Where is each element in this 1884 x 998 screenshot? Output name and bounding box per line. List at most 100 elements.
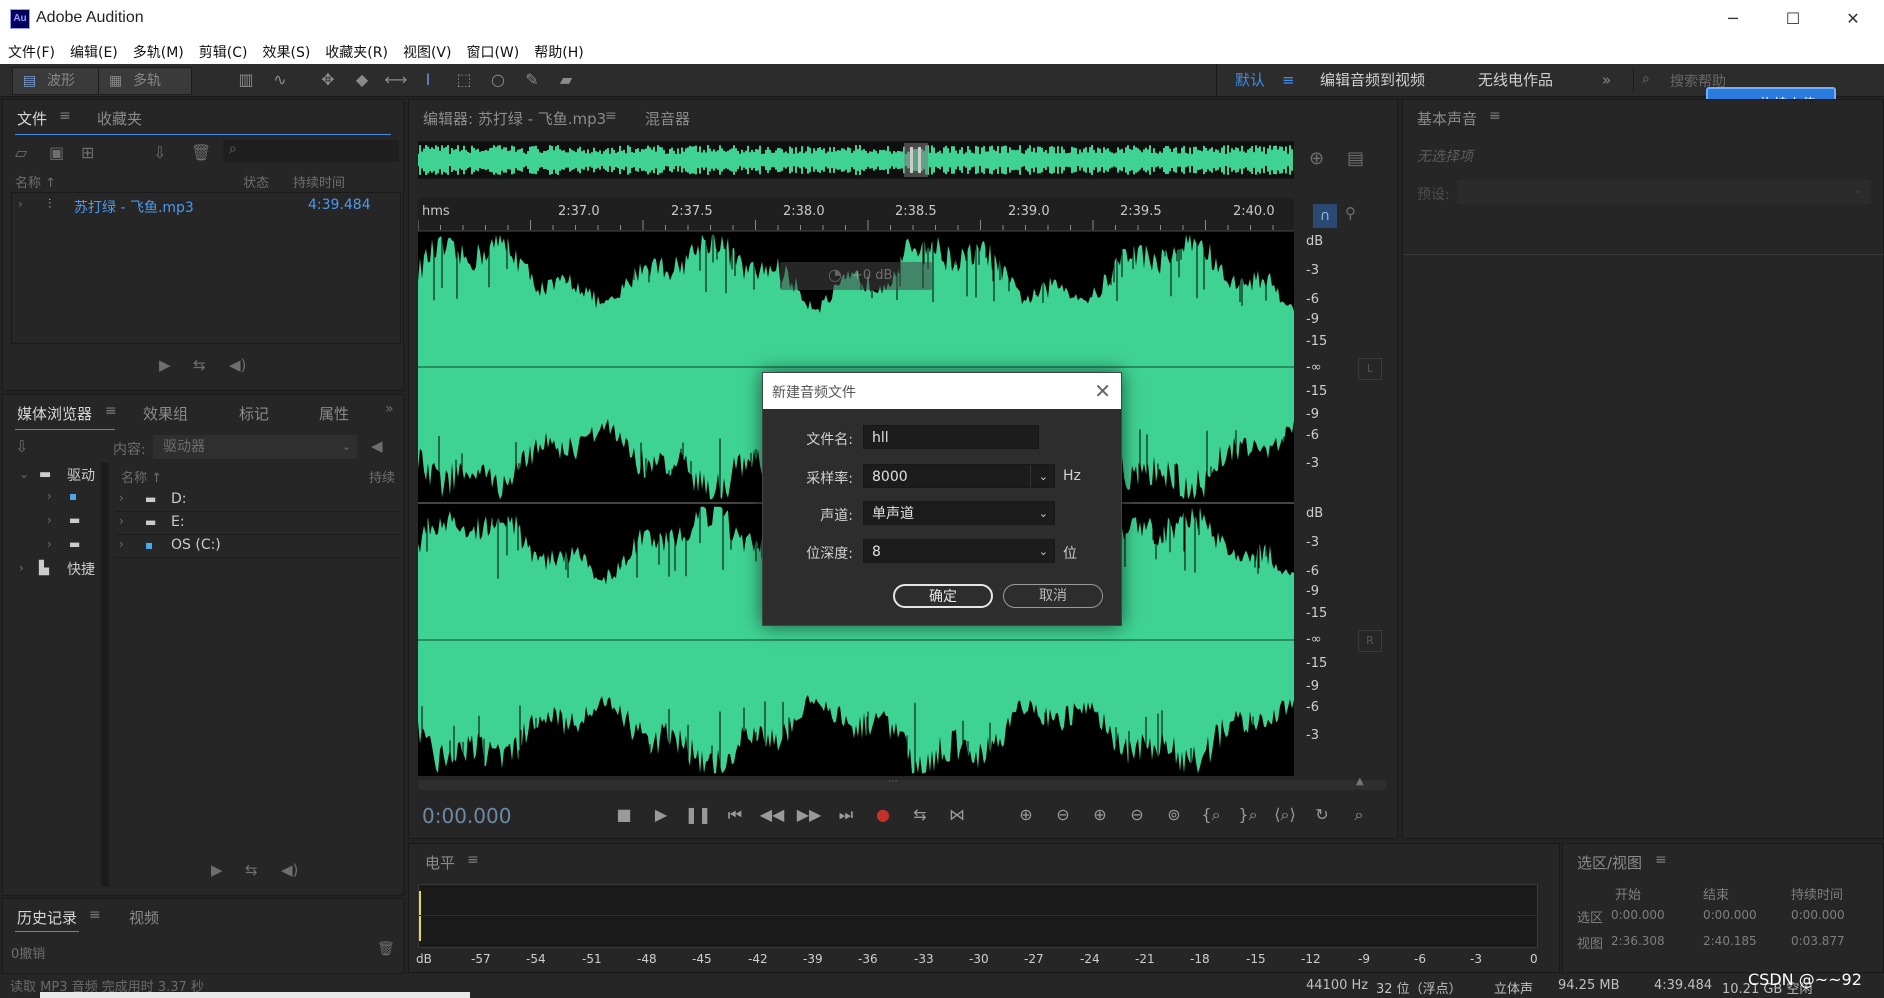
- preset-select[interactable]: ⌄: [1457, 180, 1871, 204]
- expand-chevron-icon[interactable]: ›: [47, 489, 52, 503]
- insert-icon[interactable]: ⇩: [153, 143, 166, 162]
- tab-markers[interactable]: 标记: [239, 403, 269, 424]
- selection-view-menu-icon[interactable]: ≡: [1655, 852, 1667, 868]
- zoom-out-point-icon[interactable]: }⌕: [1234, 802, 1262, 828]
- loop-preview-icon[interactable]: ⇆: [245, 861, 258, 879]
- content-select[interactable]: 驱动器 ⌄: [153, 435, 357, 459]
- menu-help[interactable]: 帮助(H): [526, 38, 590, 62]
- zoom-reset-icon[interactable]: ↻: [1308, 802, 1336, 828]
- snap-magnet-icon[interactable]: ∩: [1313, 204, 1337, 228]
- ok-button[interactable]: 确定: [893, 584, 993, 608]
- lasso-tool-icon[interactable]: ○: [485, 68, 511, 92]
- expand-chevron-icon[interactable]: ›: [119, 537, 124, 551]
- new-file-icon[interactable]: ⊞: [81, 143, 94, 162]
- spectral-pitch-icon[interactable]: ∿: [267, 68, 293, 92]
- selection-duration[interactable]: 0:00.000: [1791, 908, 1845, 922]
- more-tabs-icon[interactable]: »: [385, 401, 394, 417]
- zoom-fit-icon[interactable]: ⌕: [1345, 802, 1373, 828]
- menu-clip[interactable]: 剪辑(C): [191, 38, 255, 62]
- skip-selection-icon[interactable]: ⋈: [943, 802, 971, 828]
- file-row[interactable]: › ⫶ 苏打绿 - 飞鱼.mp3 4:39.484: [12, 195, 400, 217]
- zoom-out-time-icon[interactable]: ⊖: [1123, 802, 1151, 828]
- more-workspaces-icon[interactable]: »: [1602, 68, 1611, 92]
- spot-healing-icon[interactable]: ▰: [553, 68, 579, 92]
- tree-item-drives[interactable]: 驱动: [67, 465, 95, 485]
- view-end[interactable]: 2:40.185: [1703, 934, 1757, 948]
- zoom-selection-icon[interactable]: ⟨⌕⟩: [1271, 802, 1299, 828]
- scroll-up-icon[interactable]: ▲: [1356, 776, 1364, 787]
- level-panel-menu-icon[interactable]: ≡: [467, 852, 479, 868]
- expand-chevron-icon[interactable]: ›: [19, 561, 24, 575]
- column-status[interactable]: 状态: [243, 172, 269, 191]
- editor-panel-menu-icon[interactable]: ≡: [605, 108, 617, 124]
- tab-favorites[interactable]: 收藏夹: [97, 108, 142, 129]
- media-panel-menu-icon[interactable]: ≡: [105, 403, 117, 419]
- volume-hud[interactable]: ◔ +0 dB: [780, 262, 932, 290]
- workspace-default[interactable]: 默认: [1235, 68, 1265, 92]
- time-ruler[interactable]: hms 2:37.0 2:37.5 2:38.0 2:38.5 2:39.0 2…: [418, 198, 1294, 231]
- previous-icon[interactable]: ⏮: [721, 802, 749, 828]
- autoplay-icon[interactable]: ◀): [281, 861, 298, 879]
- column-duration[interactable]: 持续: [369, 467, 395, 486]
- loop-preview-icon[interactable]: ⇆: [193, 356, 206, 374]
- zoom-in-time-icon[interactable]: ⊕: [1086, 802, 1114, 828]
- play-preview-icon[interactable]: ▶: [211, 861, 223, 879]
- tree-splitter[interactable]: [101, 463, 109, 887]
- tree-item-shortcuts[interactable]: 快捷: [67, 559, 95, 579]
- tab-properties[interactable]: 属性: [319, 403, 349, 424]
- razor-tool-icon[interactable]: ◆: [349, 68, 375, 92]
- import-media-icon[interactable]: ⇩: [15, 437, 28, 456]
- selection-start[interactable]: 0:00.000: [1611, 908, 1665, 922]
- menu-favorites[interactable]: 收藏夹(R): [317, 38, 395, 62]
- next-icon[interactable]: ⏭: [832, 802, 860, 828]
- overview-handle[interactable]: [918, 147, 921, 173]
- horizontal-scrollbar[interactable]: ⋯ ▲: [418, 776, 1386, 790]
- expand-chevron-icon[interactable]: ›: [47, 513, 52, 527]
- filename-input[interactable]: hll: [863, 425, 1039, 449]
- samplerate-combo[interactable]: 8000 ⌄: [863, 464, 1055, 489]
- column-name[interactable]: 名称 ↑: [15, 172, 56, 191]
- marquee-tool-icon[interactable]: ⬚: [451, 68, 477, 92]
- list-item[interactable]: › ▬ E:: [115, 512, 399, 535]
- tab-media-browser[interactable]: 媒体浏览器: [17, 403, 92, 424]
- open-file-icon[interactable]: ▱: [15, 143, 27, 162]
- channel-left-toggle[interactable]: L: [1358, 358, 1382, 380]
- tab-history[interactable]: 历史记录: [17, 907, 77, 928]
- stop-icon[interactable]: ■: [610, 802, 638, 828]
- fast-forward-icon[interactable]: ▶▶: [795, 802, 823, 828]
- tab-files[interactable]: 文件: [17, 108, 47, 129]
- tab-effects-rack[interactable]: 效果组: [143, 403, 188, 424]
- menu-view[interactable]: 视图(V): [395, 38, 459, 62]
- play-preview-icon[interactable]: ▶: [159, 356, 171, 374]
- move-tool-icon[interactable]: ✥: [315, 68, 341, 92]
- files-panel-menu-icon[interactable]: ≡: [59, 108, 71, 124]
- selection-end[interactable]: 0:00.000: [1703, 908, 1757, 922]
- workspace-edit-to-video[interactable]: 编辑音频到视频: [1320, 68, 1425, 92]
- menu-effects[interactable]: 效果(S): [254, 38, 317, 62]
- brush-tool-icon[interactable]: ✎: [519, 68, 545, 92]
- channel-right-toggle[interactable]: R: [1358, 630, 1382, 652]
- close-button[interactable]: ✕: [1830, 0, 1876, 38]
- tab-editor[interactable]: 编辑器: 苏打绿 - 飞鱼.mp3: [423, 108, 606, 129]
- display-options-icon[interactable]: ▤: [1347, 148, 1364, 169]
- import-file-icon[interactable]: ▣: [49, 143, 64, 162]
- zoom-in-point-icon[interactable]: {⌕: [1197, 802, 1225, 828]
- zoom-navigator-icon[interactable]: ⊕: [1309, 148, 1324, 169]
- column-name[interactable]: 名称 ↑: [121, 467, 162, 486]
- maximize-button[interactable]: ☐: [1770, 0, 1816, 38]
- record-icon[interactable]: ●: [869, 802, 897, 828]
- level-panel-title[interactable]: 电平: [425, 852, 455, 873]
- essential-sound-title[interactable]: 基本声音: [1417, 108, 1477, 129]
- tab-video[interactable]: 视频: [129, 907, 159, 928]
- expand-chevron-icon[interactable]: ›: [119, 514, 124, 528]
- expand-chevron-icon[interactable]: ›: [18, 197, 23, 211]
- rewind-icon[interactable]: ◀◀: [758, 802, 786, 828]
- zoom-full-icon[interactable]: ⊚: [1160, 802, 1188, 828]
- delete-icon[interactable]: 🗑: [377, 941, 395, 957]
- slip-tool-icon[interactable]: ⟷: [383, 68, 409, 92]
- tab-mixer[interactable]: 混音器: [645, 108, 690, 129]
- play-icon[interactable]: ▶: [647, 802, 675, 828]
- essential-sound-menu-icon[interactable]: ≡: [1489, 108, 1501, 124]
- loop-icon[interactable]: ⇆: [906, 802, 934, 828]
- list-item[interactable]: › ▪ OS (C:): [115, 535, 399, 558]
